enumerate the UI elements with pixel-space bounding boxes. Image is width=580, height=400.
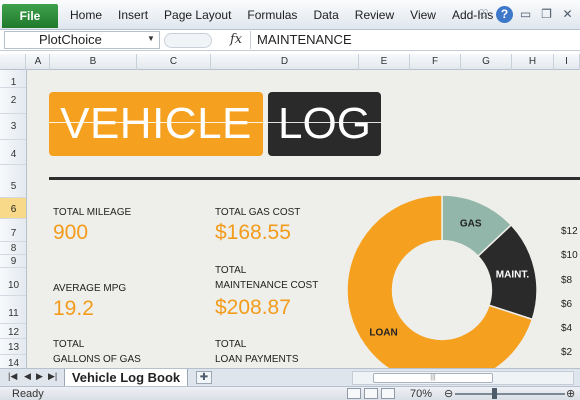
column-header[interactable]: E: [359, 54, 410, 70]
name-box[interactable]: PlotChoice: [4, 31, 160, 49]
header-rule: [49, 177, 580, 180]
tab-page-layout[interactable]: Page Layout: [156, 0, 239, 30]
restore-icon[interactable]: ❐: [538, 6, 555, 23]
tab-view[interactable]: View: [402, 0, 444, 30]
avg-mpg-label: AVERAGE MPG: [53, 283, 127, 294]
row-header-selected[interactable]: 6: [0, 198, 26, 219]
chevron-heart-icon[interactable]: ♡: [475, 6, 492, 23]
total-gallons-label-line1: TOTAL: [53, 339, 85, 350]
expense-donut-chart[interactable]: GAS MAINT. LOAN: [345, 194, 555, 368]
row-header[interactable]: 8: [0, 242, 26, 255]
sheet-tabs-bar: |◀ ◀ ▶ ▶| Vehicle Log Book ✚ |||: [0, 368, 580, 387]
next-sheet-icon[interactable]: ▶: [36, 371, 43, 382]
title-vehicle: VEHICLE: [49, 92, 263, 156]
formula-bar: PlotChoice ▼ fx MAINTENANCE: [0, 30, 580, 51]
zoom-in-icon[interactable]: ⊕: [566, 387, 575, 400]
window-controls: ♡ ? ▭ ❐ ✕: [475, 6, 576, 23]
tab-data[interactable]: Data: [305, 0, 346, 30]
formula-input[interactable]: MAINTENANCE: [250, 31, 580, 49]
column-header[interactable]: C: [137, 54, 211, 70]
insert-sheet-icon[interactable]: ✚: [196, 371, 212, 384]
donut-label-maint: MAINT.: [496, 269, 530, 280]
tab-review[interactable]: Review: [347, 0, 402, 30]
scrollbar-thumb[interactable]: |||: [373, 373, 493, 383]
total-maint-label-line2: MAINTENANCE COST: [215, 280, 319, 291]
avg-mpg-value: 19.2: [53, 297, 94, 320]
row-header[interactable]: 7: [0, 219, 26, 242]
row-header[interactable]: 12: [0, 324, 26, 339]
minimize-icon[interactable]: ▭: [517, 6, 534, 23]
row-header[interactable]: 9: [0, 255, 26, 268]
title-log: LOG: [268, 92, 381, 156]
total-maint-label-line1: TOTAL: [215, 265, 247, 276]
column-header[interactable]: I: [554, 54, 580, 70]
sheet-tab-vehicle-log-book[interactable]: Vehicle Log Book: [64, 369, 188, 387]
status-ready: Ready: [12, 388, 44, 400]
normal-view-icon[interactable]: [347, 388, 361, 399]
column-header[interactable]: D: [211, 54, 359, 70]
total-mileage-label: TOTAL MILEAGE: [53, 207, 132, 218]
total-gas-cost-value: $168.55: [215, 221, 291, 244]
zoom-level[interactable]: 70%: [410, 388, 432, 400]
donut-label-gas: GAS: [460, 219, 482, 230]
total-maint-value: $208.87: [215, 296, 291, 319]
horizontal-scrollbar[interactable]: |||: [352, 371, 574, 385]
last-sheet-icon[interactable]: ▶|: [48, 371, 57, 382]
tab-insert[interactable]: Insert: [110, 0, 156, 30]
name-box-dropdown-icon[interactable]: ▼: [147, 34, 155, 43]
row-header[interactable]: 11: [0, 296, 26, 324]
insert-function-icon[interactable]: fx: [230, 32, 242, 47]
column-header[interactable]: G: [461, 54, 512, 70]
axis-tick-label: $10: [561, 250, 578, 261]
zoom-slider-thumb[interactable]: [492, 388, 497, 399]
first-sheet-icon[interactable]: |◀: [8, 371, 17, 382]
sheet-grid[interactable]: VEHICLE LOG TOTAL MILEAGE 900 AVERAGE MP…: [27, 70, 580, 368]
page-break-view-icon[interactable]: [381, 388, 395, 399]
donut-label-loan: LOAN: [369, 327, 397, 338]
column-header[interactable]: B: [50, 54, 137, 70]
row-header[interactable]: 3: [0, 114, 26, 140]
axis-tick-label: $2: [561, 347, 573, 358]
total-loan-label-line2: LOAN PAYMENTS: [215, 354, 299, 365]
row-header[interactable]: 2: [0, 88, 26, 114]
total-loan-label-line1: TOTAL: [215, 339, 247, 350]
column-header[interactable]: H: [512, 54, 554, 70]
title-divider-line: [49, 122, 381, 123]
axis-tick-label: $8: [561, 275, 573, 286]
prev-sheet-icon[interactable]: ◀: [24, 371, 31, 382]
formula-bar-resize-handle[interactable]: [164, 33, 212, 48]
column-header[interactable]: A: [27, 54, 50, 70]
row-header[interactable]: 13: [0, 339, 26, 355]
ribbon: File Home Insert Page Layout Formulas Da…: [0, 0, 580, 30]
row-header[interactable]: 14: [0, 355, 26, 368]
column-headers: A B C D E F G H I: [0, 54, 580, 70]
zoom-out-icon[interactable]: ⊖: [444, 387, 453, 400]
axis-tick-label: $6: [561, 299, 573, 310]
column-header[interactable]: F: [410, 54, 461, 70]
help-icon[interactable]: ?: [496, 6, 513, 23]
row-header[interactable]: 4: [0, 140, 26, 165]
tab-home[interactable]: Home: [62, 0, 110, 30]
tab-formulas[interactable]: Formulas: [239, 0, 305, 30]
page-layout-view-icon[interactable]: [364, 388, 378, 399]
axis-tick-label: $4: [561, 323, 573, 334]
select-all-corner[interactable]: [0, 54, 26, 70]
status-bar: Ready 70% ⊖ ⊕: [0, 386, 580, 400]
zoom-slider[interactable]: [455, 393, 565, 395]
close-icon[interactable]: ✕: [559, 6, 576, 23]
total-mileage-value: 900: [53, 221, 89, 244]
axis-tick-label: $12: [561, 226, 578, 237]
row-headers: 1 2 3 4 5 6 7 8 9 10 11 12 13 14: [0, 70, 27, 368]
row-header[interactable]: 1: [0, 70, 26, 88]
file-tab[interactable]: File: [2, 4, 58, 28]
total-gas-cost-label: TOTAL GAS COST: [215, 207, 301, 218]
ribbon-tabs: Home Insert Page Layout Formulas Data Re…: [62, 0, 501, 30]
total-gallons-label-line2: GALLONS OF GAS: [53, 354, 141, 365]
row-header[interactable]: 5: [0, 165, 26, 198]
row-header[interactable]: 10: [0, 268, 26, 296]
